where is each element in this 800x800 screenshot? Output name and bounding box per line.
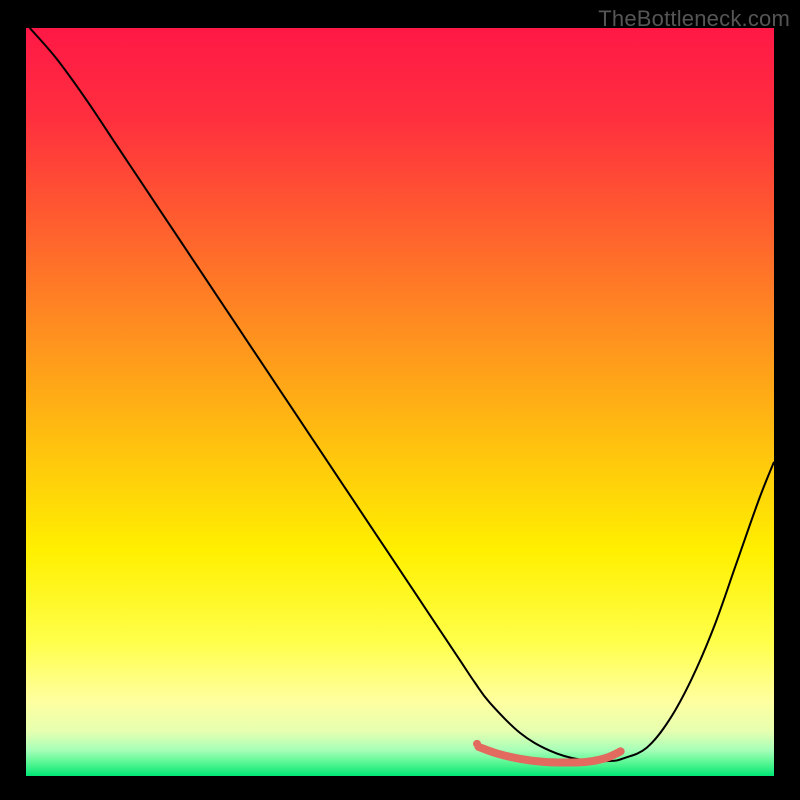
marker-left-end-dot — [473, 740, 481, 748]
gradient-background — [26, 28, 774, 776]
chart-stage: TheBottleneck.com — [0, 0, 800, 800]
plot-frame — [26, 28, 774, 776]
marker-layer — [473, 740, 481, 748]
plot-svg — [26, 28, 774, 776]
watermark-text: TheBottleneck.com — [598, 6, 790, 32]
